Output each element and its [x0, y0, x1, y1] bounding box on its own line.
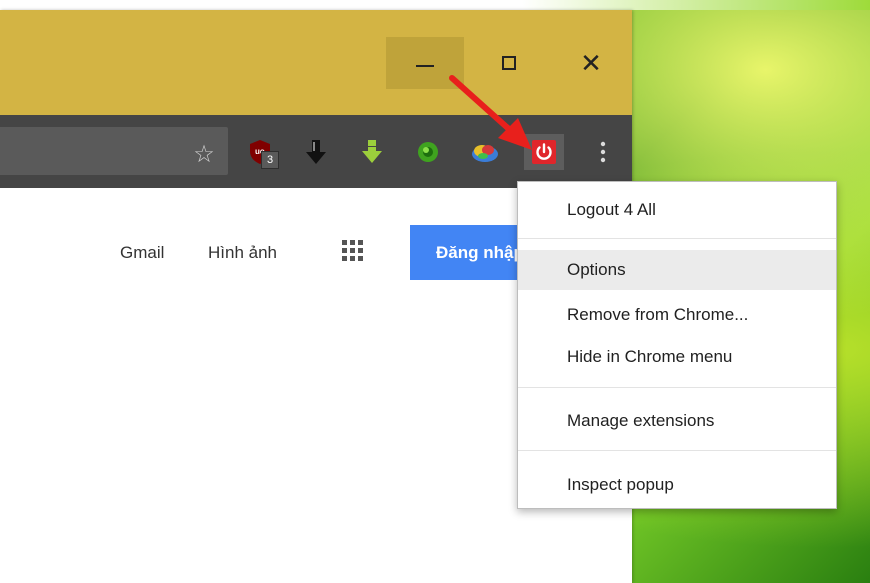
gmail-link[interactable]: Gmail [120, 243, 164, 263]
green-circle-extension-button[interactable] [413, 137, 443, 167]
red-annotation-arrow [449, 75, 532, 150]
address-bar[interactable]: ☆ [0, 127, 228, 175]
download-extension-button[interactable] [301, 137, 331, 167]
menu-item-remove-from-chrome[interactable]: Remove from Chrome... [518, 295, 836, 335]
menu-item-logout-4-all[interactable]: Logout 4 All [518, 190, 836, 230]
signin-label: Đăng nhập [436, 242, 524, 262]
menu-separator [518, 238, 836, 239]
minimize-icon [416, 65, 434, 67]
menu-separator [518, 450, 836, 451]
extension-context-menu: Logout 4 All Options Remove from Chrome.… [517, 181, 837, 509]
green-download-extension-button[interactable] [357, 137, 387, 167]
desktop-top-strip [0, 0, 870, 10]
close-icon: ✕ [580, 48, 602, 78]
bookmark-star-icon[interactable]: ☆ [190, 141, 218, 169]
ublock-extension-button[interactable]: uo 3 [245, 137, 279, 169]
vertical-dots-icon [600, 141, 606, 163]
menu-item-manage-extensions[interactable]: Manage extensions [518, 401, 836, 441]
menu-item-inspect-popup[interactable]: Inspect popup [518, 465, 836, 505]
maximize-icon [502, 56, 516, 70]
menu-separator [518, 387, 836, 388]
close-button[interactable]: ✕ [552, 37, 630, 89]
chrome-menu-button[interactable] [588, 137, 618, 167]
images-link[interactable]: Hình ảnh [208, 243, 277, 263]
menu-item-options[interactable]: Options [518, 250, 836, 290]
green-ring-icon [418, 142, 438, 162]
menu-item-hide-in-chrome-menu[interactable]: Hide in Chrome menu [518, 337, 836, 377]
ublock-badge: 3 [261, 151, 279, 169]
green-download-icon [362, 140, 382, 163]
download-arrow-icon [306, 140, 326, 164]
apps-grid-icon[interactable] [340, 238, 366, 264]
